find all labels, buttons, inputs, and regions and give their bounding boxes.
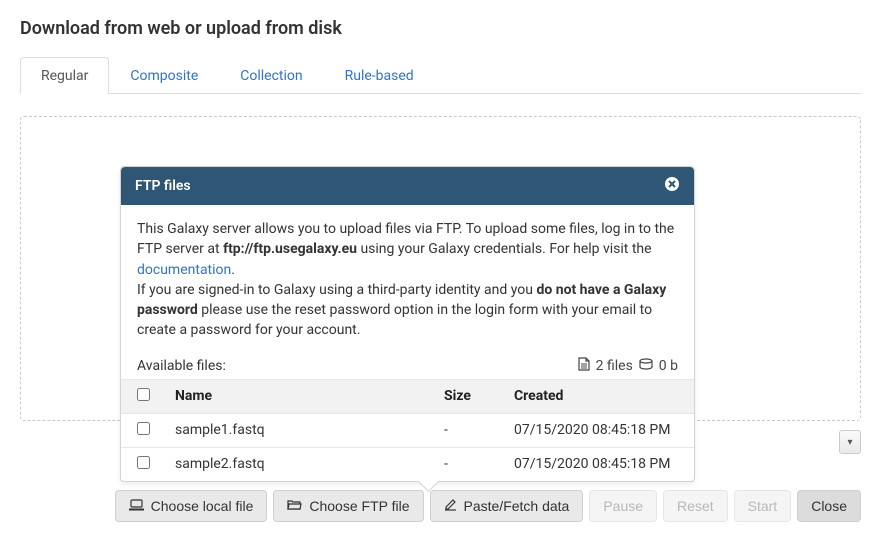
- file-size: -: [434, 413, 504, 447]
- column-header-size: Size: [434, 379, 504, 413]
- pause-button: Pause: [589, 490, 657, 522]
- ftp-files-table: Name Size Created sample1.fastq - 07/15/…: [121, 379, 694, 481]
- disk-icon: [639, 358, 653, 374]
- file-created: 07/15/2020 08:45:18 PM: [504, 447, 694, 481]
- start-button: Start: [734, 490, 792, 522]
- table-row[interactable]: sample1.fastq - 07/15/2020 08:45:18 PM: [121, 413, 694, 447]
- ftp-popover-title: FTP files: [135, 178, 191, 194]
- folder-open-icon: [287, 498, 302, 514]
- file-name: sample2.fastq: [165, 447, 434, 481]
- available-files-label: Available files:: [137, 358, 226, 374]
- file-size: -: [434, 447, 504, 481]
- edit-icon: [444, 498, 457, 514]
- documentation-link[interactable]: documentation: [137, 262, 231, 278]
- row-checkbox[interactable]: [137, 456, 150, 469]
- tab-collection[interactable]: Collection: [219, 57, 323, 94]
- row-checkbox[interactable]: [137, 422, 150, 435]
- ftp-popover-header: FTP files: [121, 167, 694, 205]
- ftp-files-popover: FTP files This Galaxy server allows you …: [120, 166, 695, 482]
- reset-button: Reset: [663, 490, 728, 522]
- column-header-name: Name: [165, 379, 434, 413]
- total-size-label: 0 b: [659, 358, 678, 374]
- paste-fetch-button[interactable]: Paste/Fetch data: [430, 490, 584, 522]
- choose-local-file-button[interactable]: Choose local file: [115, 490, 268, 522]
- button-label: Choose FTP file: [309, 498, 409, 514]
- type-dropdown-toggle[interactable]: ▾: [839, 430, 861, 454]
- ftp-intro-end: .: [231, 262, 235, 278]
- page-title: Download from web or upload from disk: [20, 18, 861, 39]
- file-created: 07/15/2020 08:45:18 PM: [504, 413, 694, 447]
- button-label: Paste/Fetch data: [464, 498, 570, 514]
- ftp-popover-body: This Galaxy server allows you to upload …: [121, 205, 694, 351]
- select-all-checkbox[interactable]: [137, 388, 150, 401]
- file-name: sample1.fastq: [165, 413, 434, 447]
- close-icon[interactable]: [664, 176, 680, 196]
- choose-ftp-file-button[interactable]: Choose FTP file: [273, 490, 423, 522]
- action-button-bar: Choose local file Choose FTP file Paste/…: [115, 490, 861, 522]
- file-count-label: 2 files: [596, 358, 633, 374]
- column-header-created: Created: [504, 379, 694, 413]
- tab-regular[interactable]: Regular: [20, 57, 109, 94]
- ftp-intro-text-2: using your Galaxy credentials. For help …: [357, 241, 652, 257]
- ftp-note-text: If you are signed-in to Galaxy using a t…: [137, 282, 536, 298]
- button-label: Choose local file: [151, 498, 254, 514]
- close-button[interactable]: Close: [797, 490, 861, 522]
- upload-tabs: Regular Composite Collection Rule-based: [20, 57, 861, 94]
- ftp-server-address: ftp://ftp.usegalaxy.eu: [223, 241, 357, 257]
- chevron-down-icon: ▾: [847, 437, 852, 448]
- tab-composite[interactable]: Composite: [109, 57, 219, 94]
- file-icon: [578, 357, 590, 375]
- laptop-icon: [129, 498, 144, 514]
- tab-rule-based[interactable]: Rule-based: [324, 57, 435, 94]
- table-row[interactable]: sample2.fastq - 07/15/2020 08:45:18 PM: [121, 447, 694, 481]
- ftp-note-text-2: please use the reset password option in …: [137, 302, 652, 338]
